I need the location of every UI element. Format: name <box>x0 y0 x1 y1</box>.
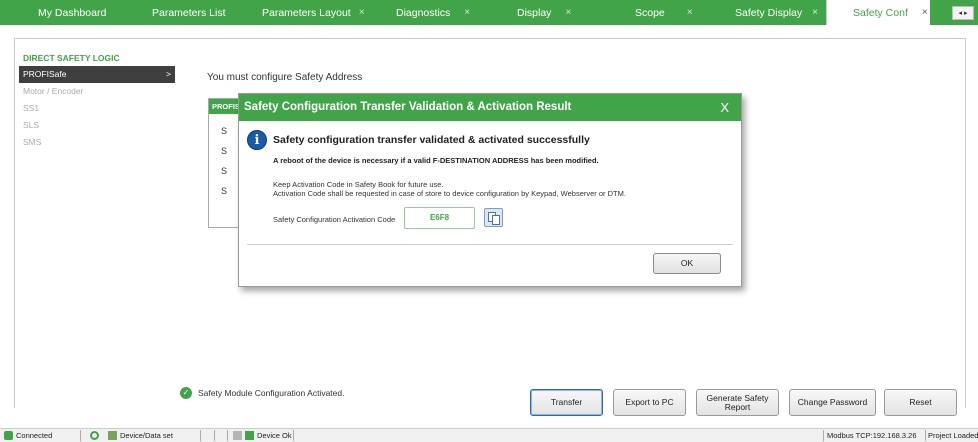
tab-scope[interactable]: Scope × <box>635 0 693 25</box>
sidebar-heading: DIRECT SAFETY LOGIC <box>23 53 120 63</box>
close-icon[interactable]: × <box>812 7 818 18</box>
reset-button[interactable]: Reset <box>884 389 957 416</box>
transfer-button[interactable]: Transfer <box>530 389 603 416</box>
modbus-address: Modbus TCP:192.168.3.26 <box>827 431 917 440</box>
sidebar-item-motor-encoder[interactable]: Motor / Encoder <box>19 83 175 100</box>
connected-icon <box>4 431 13 440</box>
panel-row: S <box>221 126 228 136</box>
tab-safety-display[interactable]: Safety Display × <box>735 0 818 25</box>
export-to-pc-button[interactable]: Export to PC <box>613 389 686 416</box>
tab-label: Safety Conf <box>853 6 908 19</box>
close-icon[interactable]: × <box>922 7 928 18</box>
sync-status[interactable] <box>90 431 102 440</box>
generate-safety-report-button[interactable]: Generate Safety Report <box>696 389 779 416</box>
divider <box>227 430 228 441</box>
divider <box>247 244 733 245</box>
device-data-set: Device/Data set <box>108 431 173 440</box>
sidebar-item-label: SMS <box>23 137 42 147</box>
divider <box>925 430 926 441</box>
chevron-right-icon: > <box>166 69 171 79</box>
connection-status: Connected <box>4 431 52 440</box>
sidebar-item-ss1[interactable]: SS1 <box>19 100 175 117</box>
copy-icon[interactable] <box>484 208 503 227</box>
close-icon[interactable]: × <box>687 7 693 18</box>
tab-label: Parameters List <box>152 6 226 19</box>
tab-display[interactable]: Display × <box>517 0 571 25</box>
tab-my-dashboard[interactable]: My Dashboard <box>38 0 106 25</box>
close-icon[interactable]: × <box>464 7 470 18</box>
connection-label: Connected <box>16 431 53 440</box>
change-password-button[interactable]: Change Password <box>789 389 876 416</box>
device-ok-label: Device Ok <box>257 431 292 440</box>
activation-result-dialog: Safety Configuration Transfer Validation… <box>238 93 742 287</box>
tab-scroll-arrows-icon[interactable]: ◂ ▸ <box>952 6 974 20</box>
tab-label: Parameters Layout <box>262 6 351 19</box>
tab-label: Diagnostics <box>396 6 451 19</box>
configure-message: You must configure Safety Address <box>207 72 363 83</box>
sidebar-item-sls[interactable]: SLS <box>19 117 175 134</box>
tab-diagnostics[interactable]: Diagnostics × <box>396 0 470 25</box>
tab-safety-conf[interactable]: Safety Conf × <box>826 0 930 25</box>
sidebar: DIRECT SAFETY LOGIC PROFISafe > Motor / E… <box>19 48 175 151</box>
activation-code-label: Safety Configuration Activation Code <box>273 215 396 224</box>
sidebar-item-label: Motor / Encoder <box>23 86 84 96</box>
sidebar-item-label: SLS <box>23 120 40 130</box>
ok-button[interactable]: OK <box>653 253 721 274</box>
sidebar-item-profisafe[interactable]: PROFISafe > <box>19 66 175 83</box>
close-icon[interactable]: × <box>359 7 365 18</box>
sidebar-item-sms[interactable]: SMS <box>19 134 175 151</box>
status-bar: Connected Device/Data set Device Ok Modb… <box>0 428 978 442</box>
activated-message: Safety Module Configuration Activated. <box>198 388 345 398</box>
project-status: Project Loaded <box>928 431 978 440</box>
activation-code-field[interactable]: E6F8 <box>404 207 475 229</box>
tab-parameters-list[interactable]: Parameters List <box>152 0 226 25</box>
divider <box>200 430 201 441</box>
tab-bar: My Dashboard Parameters List Parameters … <box>0 0 978 25</box>
dialog-headline: Safety configuration transfer validated … <box>273 134 590 146</box>
reboot-note: A reboot of the device is necessary if a… <box>273 156 599 165</box>
device-icon <box>233 431 242 440</box>
activated-status: ✓ Safety Module Configuration Activated. <box>180 387 344 399</box>
panel-row: S <box>221 186 228 196</box>
dialog-titlebar: Safety Configuration Transfer Validation… <box>239 94 741 121</box>
keep-code-note-2: Activation Code shall be requested in ca… <box>273 189 626 198</box>
keep-code-note: Keep Activation Code in Safety Book for … <box>273 180 444 189</box>
device-data-icon <box>108 431 117 440</box>
divider <box>80 430 81 441</box>
tab-label: Display <box>517 6 552 19</box>
device-data-label: Device/Data set <box>120 431 173 440</box>
divider <box>293 430 294 441</box>
tab-label: Safety Display <box>735 6 803 19</box>
sync-icon <box>90 431 99 440</box>
tab-label: My Dashboard <box>38 6 107 19</box>
info-icon: i <box>247 130 267 150</box>
device-ok-icon <box>245 431 254 440</box>
dialog-close-button[interactable]: X <box>720 94 729 121</box>
check-icon: ✓ <box>180 387 192 399</box>
sidebar-item-label: SS1 <box>23 103 40 113</box>
divider <box>214 430 215 441</box>
panel-row: S <box>221 146 228 156</box>
sidebar-item-label: PROFISafe <box>23 69 67 79</box>
tab-label: Scope <box>635 6 665 19</box>
divider <box>823 430 824 441</box>
device-status: Device Ok <box>233 431 292 440</box>
panel-row: S <box>221 166 228 176</box>
close-icon[interactable]: × <box>565 7 571 18</box>
tab-parameters-layout[interactable]: Parameters Layout × <box>262 0 365 25</box>
dialog-title: Safety Configuration Transfer Validation… <box>244 101 572 113</box>
